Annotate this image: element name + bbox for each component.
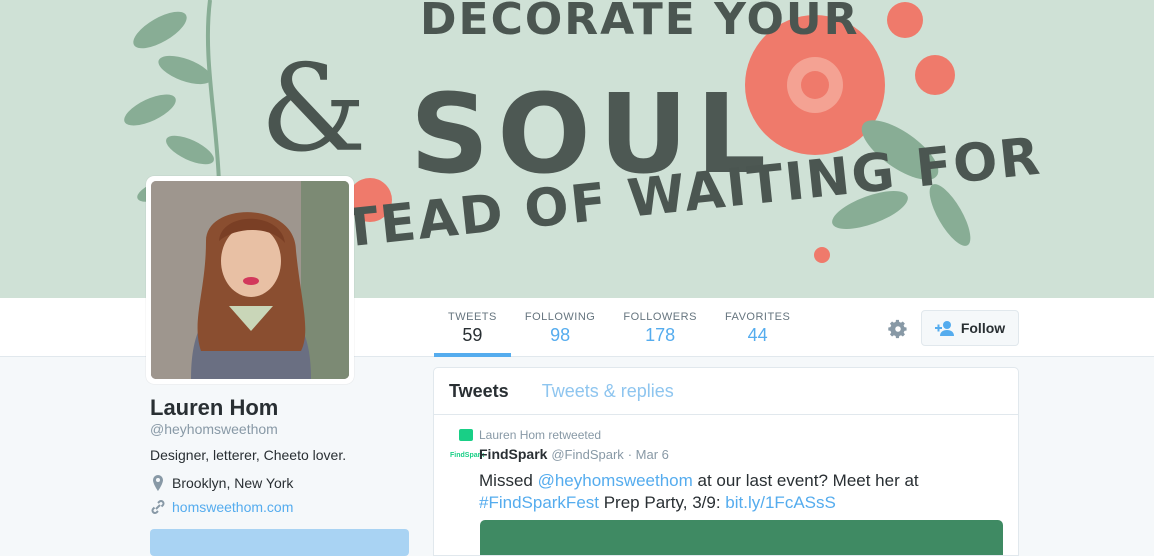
website-link[interactable]: homsweethom.com — [172, 499, 293, 515]
add-user-icon — [935, 320, 955, 336]
profile-bio: Designer, letterer, Cheeto lover. — [150, 447, 346, 463]
retweet-icon — [459, 429, 473, 441]
avatar-photo — [151, 181, 349, 379]
tweet-media-photo[interactable] — [480, 520, 1003, 556]
tweet-hashtag[interactable]: #FindSparkFest — [479, 493, 599, 512]
stat-value: 98 — [525, 325, 596, 346]
profile-website[interactable]: homsweethom.com — [150, 499, 293, 515]
tab-tweets-replies[interactable]: Tweets & replies — [542, 381, 674, 402]
stat-label: TWEETS — [448, 311, 497, 323]
stat-value: 59 — [448, 325, 497, 346]
stat-value: 44 — [725, 325, 790, 346]
timeline: Tweets Tweets & replies Lauren Hom retwe… — [433, 367, 1019, 556]
tab-tweets[interactable]: Tweets — [449, 381, 509, 402]
profile-handle[interactable]: @heyhomsweethom — [150, 421, 278, 437]
tweet-text-part: Missed — [479, 471, 538, 490]
tweet-handle[interactable]: @FindSpark — [551, 447, 623, 462]
banner-line-1: DECORATE YOUR — [420, 0, 860, 45]
tweet-link[interactable]: bit.ly/1FcASsS — [725, 493, 836, 512]
profile-stats: TWEETS 59 FOLLOWING 98 FOLLOWERS 178 FAV… — [434, 298, 804, 357]
gear-icon[interactable] — [887, 318, 909, 340]
stat-following[interactable]: FOLLOWING 98 — [511, 298, 610, 357]
follow-button[interactable]: Follow — [921, 310, 1019, 346]
tweet-text-part: Prep Party, 3/9: — [599, 493, 725, 512]
tweet-mention[interactable]: @heyhomsweethom — [538, 471, 693, 490]
stat-tweets[interactable]: TWEETS 59 — [434, 298, 511, 357]
stat-label: FAVORITES — [725, 311, 790, 323]
profile-name: Lauren Hom — [150, 395, 278, 421]
tweet-to-button[interactable] — [150, 529, 409, 556]
banner-ampersand: & — [260, 40, 367, 179]
tweet-text: Missed @heyhomsweethom at our last event… — [479, 470, 999, 514]
tweet-author[interactable]: FindSpark — [479, 446, 547, 462]
stat-value: 178 — [623, 325, 697, 346]
follow-label: Follow — [961, 320, 1005, 336]
retweet-context: Lauren Hom retweeted — [459, 428, 601, 442]
avatar-portrait — [151, 181, 349, 379]
stat-label: FOLLOWING — [525, 311, 596, 323]
tweet-header: FindSpark @FindSpark · Mar 6 — [479, 446, 669, 462]
tweet-separator: · — [628, 447, 636, 462]
tweet-date[interactable]: Mar 6 — [636, 447, 669, 462]
timeline-tabs: Tweets Tweets & replies — [434, 368, 1018, 415]
stat-label: FOLLOWERS — [623, 311, 697, 323]
profile-location: Brooklyn, New York — [150, 475, 293, 491]
retweet-note[interactable]: Lauren Hom retweeted — [479, 428, 601, 442]
avatar[interactable] — [146, 176, 354, 384]
stat-followers[interactable]: FOLLOWERS 178 — [609, 298, 711, 357]
link-icon — [150, 499, 166, 515]
location-pin-icon — [150, 475, 166, 491]
location-text: Brooklyn, New York — [172, 475, 293, 491]
stat-favorites[interactable]: FAVORITES 44 — [711, 298, 804, 357]
tweet-text-part: at our last event? Meet her at — [693, 471, 919, 490]
